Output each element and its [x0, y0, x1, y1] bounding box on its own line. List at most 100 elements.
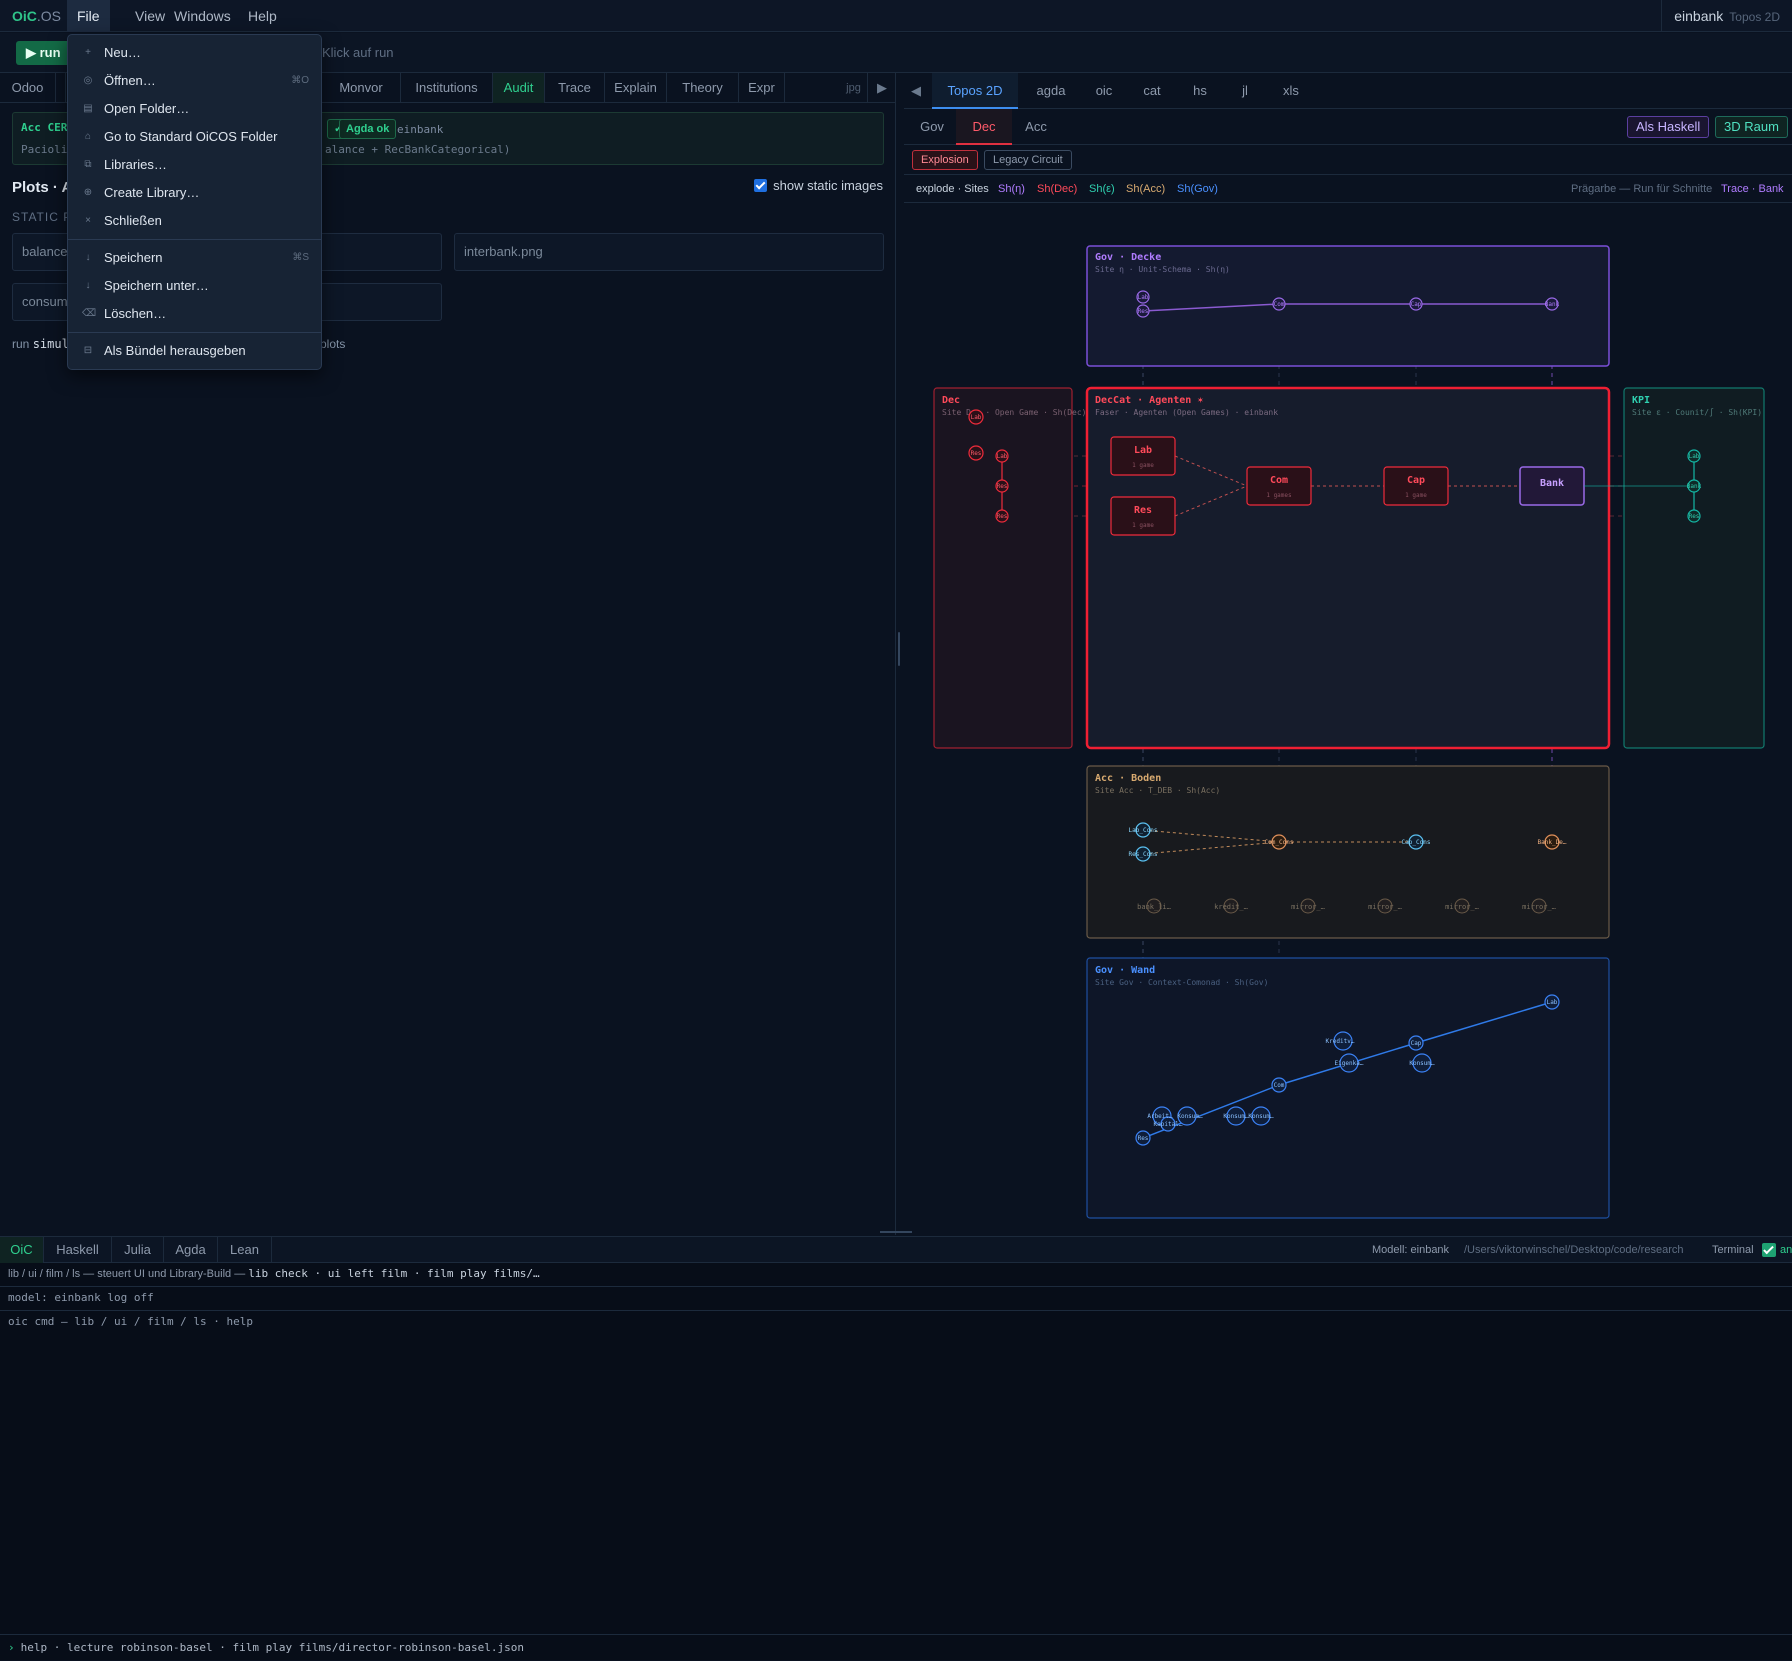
add-library-icon: ⊕ — [83, 187, 93, 198]
tab-institutions[interactable]: Institutions — [401, 73, 493, 103]
legacy-circuit-button[interactable]: Legacy Circuit — [984, 150, 1072, 170]
terminal-divider-2 — [0, 1310, 1792, 1311]
tab-audit[interactable]: Audit — [493, 73, 545, 103]
tab-agda-terminal[interactable]: Agda — [164, 1237, 218, 1263]
subtab-gov[interactable]: Gov — [908, 109, 956, 145]
legend-right-text: Prägarbe — Run für Schnitte — [1571, 183, 1713, 195]
menu-item-neu[interactable]: + Neu… — [68, 39, 321, 67]
gov-label-5: Konsum… — [1223, 1113, 1249, 1120]
tab-cat[interactable]: cat — [1128, 73, 1176, 109]
tab-agda[interactable]: agda — [1022, 73, 1080, 109]
explosion-mode-button[interactable]: Explosion — [912, 150, 978, 170]
menu-windows[interactable]: Windows — [164, 0, 241, 32]
vertical-splitter-handle[interactable] — [898, 632, 900, 666]
legend-sh-dec[interactable]: Sh(Dec) — [1037, 183, 1077, 195]
menu-item-libraries[interactable]: ⧉ Libraries… — [68, 151, 321, 179]
deccat-box-cap[interactable]: Cap 1 game — [1383, 466, 1449, 506]
kpi-label-res: Res — [1689, 513, 1700, 520]
tab-scroll-right-icon[interactable]: ▶ — [868, 73, 896, 103]
horizontal-splitter-handle[interactable] — [880, 1231, 912, 1233]
menu-item-create-library[interactable]: ⊕ Create Library… — [68, 179, 321, 207]
tab-lean[interactable]: Lean — [218, 1237, 272, 1263]
acc-label-1: Lab_Cons — [1129, 827, 1158, 834]
3d-raum-button[interactable]: 3D Raum — [1715, 116, 1788, 138]
kpi-panel: KPI Site ε · Counit/∫ · Sh(KPI) Lab Bank… — [1584, 387, 1765, 749]
gov-label-11: Konsum… — [1409, 1060, 1435, 1067]
tab-oic-terminal[interactable]: OiC — [0, 1237, 44, 1263]
acc-label-2: Res_Cons — [1129, 851, 1158, 858]
kpi-label-bank: Bank — [1687, 483, 1702, 490]
dec-label-1: Lab — [971, 414, 982, 421]
menu-item-open-folder[interactable]: ▤ Open Folder… — [68, 95, 321, 123]
run-hint: Klick auf run — [322, 45, 394, 60]
acc-title: Acc CER — [21, 121, 68, 134]
kpi-title: KPI — [1632, 395, 1650, 406]
svg-text:Cap: Cap — [1407, 475, 1425, 486]
tab-jl[interactable]: jl — [1224, 73, 1266, 109]
deccat-box-bank[interactable]: Bank — [1519, 466, 1585, 506]
menu-item-loeschen[interactable]: ⌫ Löschen… — [68, 300, 321, 328]
image-interbank[interactable]: interbank.png — [454, 233, 884, 271]
tab-expr[interactable]: Expr — [739, 73, 785, 103]
menu-item-speichern[interactable]: ↓ Speichern ⌘S — [68, 244, 321, 272]
menu-item-speichern-unter[interactable]: ↓ Speichern unter… — [68, 272, 321, 300]
kpi-sub: Site ε · Counit/∫ · Sh(KPI) — [1632, 408, 1762, 417]
menu-help[interactable]: Help — [238, 0, 287, 32]
terminal-tab-bar: OiC Haskell Julia Agda Lean Modell: einb… — [0, 1237, 1792, 1263]
legend-sh-eps[interactable]: Sh(ε) — [1089, 183, 1115, 195]
menu-file[interactable]: File — [67, 0, 110, 32]
legend-sh-acc[interactable]: Sh(Acc) — [1126, 183, 1165, 195]
tab-oic[interactable]: oic — [1080, 73, 1128, 109]
tab-explain[interactable]: Explain — [605, 73, 667, 103]
tab-monvor[interactable]: Monvor — [322, 73, 401, 103]
deccat-box-lab[interactable]: Lab 1 game — [1110, 436, 1176, 476]
eta-label-res: Res — [1138, 308, 1149, 315]
tab-trace[interactable]: Trace — [545, 73, 605, 103]
topos-diagram: Gov · Decke Site η · Unit-Schema · Sh(η)… — [904, 203, 1792, 1235]
checkbox-icon[interactable] — [754, 179, 768, 192]
tab-scroll-left-icon[interactable]: ◀ — [904, 73, 928, 109]
terminal-checkbox-icon[interactable] — [1762, 1243, 1776, 1257]
legend-sh-gov[interactable]: Sh(Gov) — [1177, 183, 1218, 195]
gov-decke-sub: Site η · Unit-Schema · Sh(η) — [1095, 265, 1230, 274]
menu-item-schliessen[interactable]: × Schließen — [68, 207, 321, 235]
terminal-divider-1 — [0, 1286, 1792, 1287]
run-button[interactable]: ▶ run — [16, 41, 70, 65]
svg-text:1 game: 1 game — [1132, 462, 1154, 469]
subtab-acc[interactable]: Acc — [1012, 109, 1060, 145]
tab-hs[interactable]: hs — [1176, 73, 1224, 109]
als-haskell-button[interactable]: Als Haskell — [1627, 116, 1710, 138]
menu-item-standard-folder[interactable]: ⌂ Go to Standard OiCOS Folder — [68, 123, 321, 151]
acc-bottom-label-6: mirror_… — [1522, 903, 1556, 911]
acc-boden-title: Acc · Boden — [1095, 773, 1161, 784]
eta-label-com: Com — [1274, 301, 1285, 308]
deccat-box-res[interactable]: Res 1 game — [1110, 496, 1176, 536]
show-static-toggle[interactable]: show static images — [754, 178, 883, 193]
command-input[interactable]: › help · lecture robinson-basel · film pl… — [0, 1634, 1792, 1660]
tab-odoo[interactable]: Odoo — [0, 73, 56, 103]
deccat-box-com[interactable]: Com 1 games — [1246, 466, 1312, 506]
tab-xls[interactable]: xls — [1266, 73, 1316, 109]
terminal-line-3: oic cmd — lib / ui / film / ls · help — [8, 1315, 254, 1328]
gov-label-4: Kapital… — [1154, 1121, 1183, 1128]
tab-jpg[interactable]: jpg — [840, 73, 868, 103]
svg-text:Bank: Bank — [1540, 478, 1564, 489]
tab-topos-2d[interactable]: Topos 2D — [932, 73, 1018, 109]
tab-julia[interactable]: Julia — [112, 1237, 164, 1263]
tab-haskell[interactable]: Haskell — [44, 1237, 112, 1263]
trace-bank-link[interactable]: Trace · Bank — [1721, 183, 1784, 195]
user-indicator[interactable]: einbank Topos 2D — [1661, 0, 1792, 32]
gov-label-10: Cap — [1411, 1040, 1422, 1047]
subtab-dec[interactable]: Dec — [956, 109, 1012, 145]
dec-panel: Dec Site Dec · Open Game · Sh(Dec) Lab R… — [933, 387, 1087, 749]
tab-theory[interactable]: Theory — [667, 73, 739, 103]
bundle-icon: ⊟ — [83, 345, 93, 356]
gov-label-3: Konsum… — [1177, 1113, 1203, 1120]
acc-label-3: Com_Cons — [1265, 839, 1294, 846]
legend-sh-eta[interactable]: Sh(η) — [998, 183, 1025, 195]
menu-item-buendel[interactable]: ⊟ Als Bündel herausgeben — [68, 337, 321, 365]
tab-hidden[interactable] — [56, 73, 66, 103]
app-logo: OiC.OS — [12, 8, 62, 24]
plots-title: Plots · A — [12, 179, 73, 196]
menu-item-oeffnen[interactable]: ◎ Öffnen… ⌘O — [68, 67, 321, 95]
